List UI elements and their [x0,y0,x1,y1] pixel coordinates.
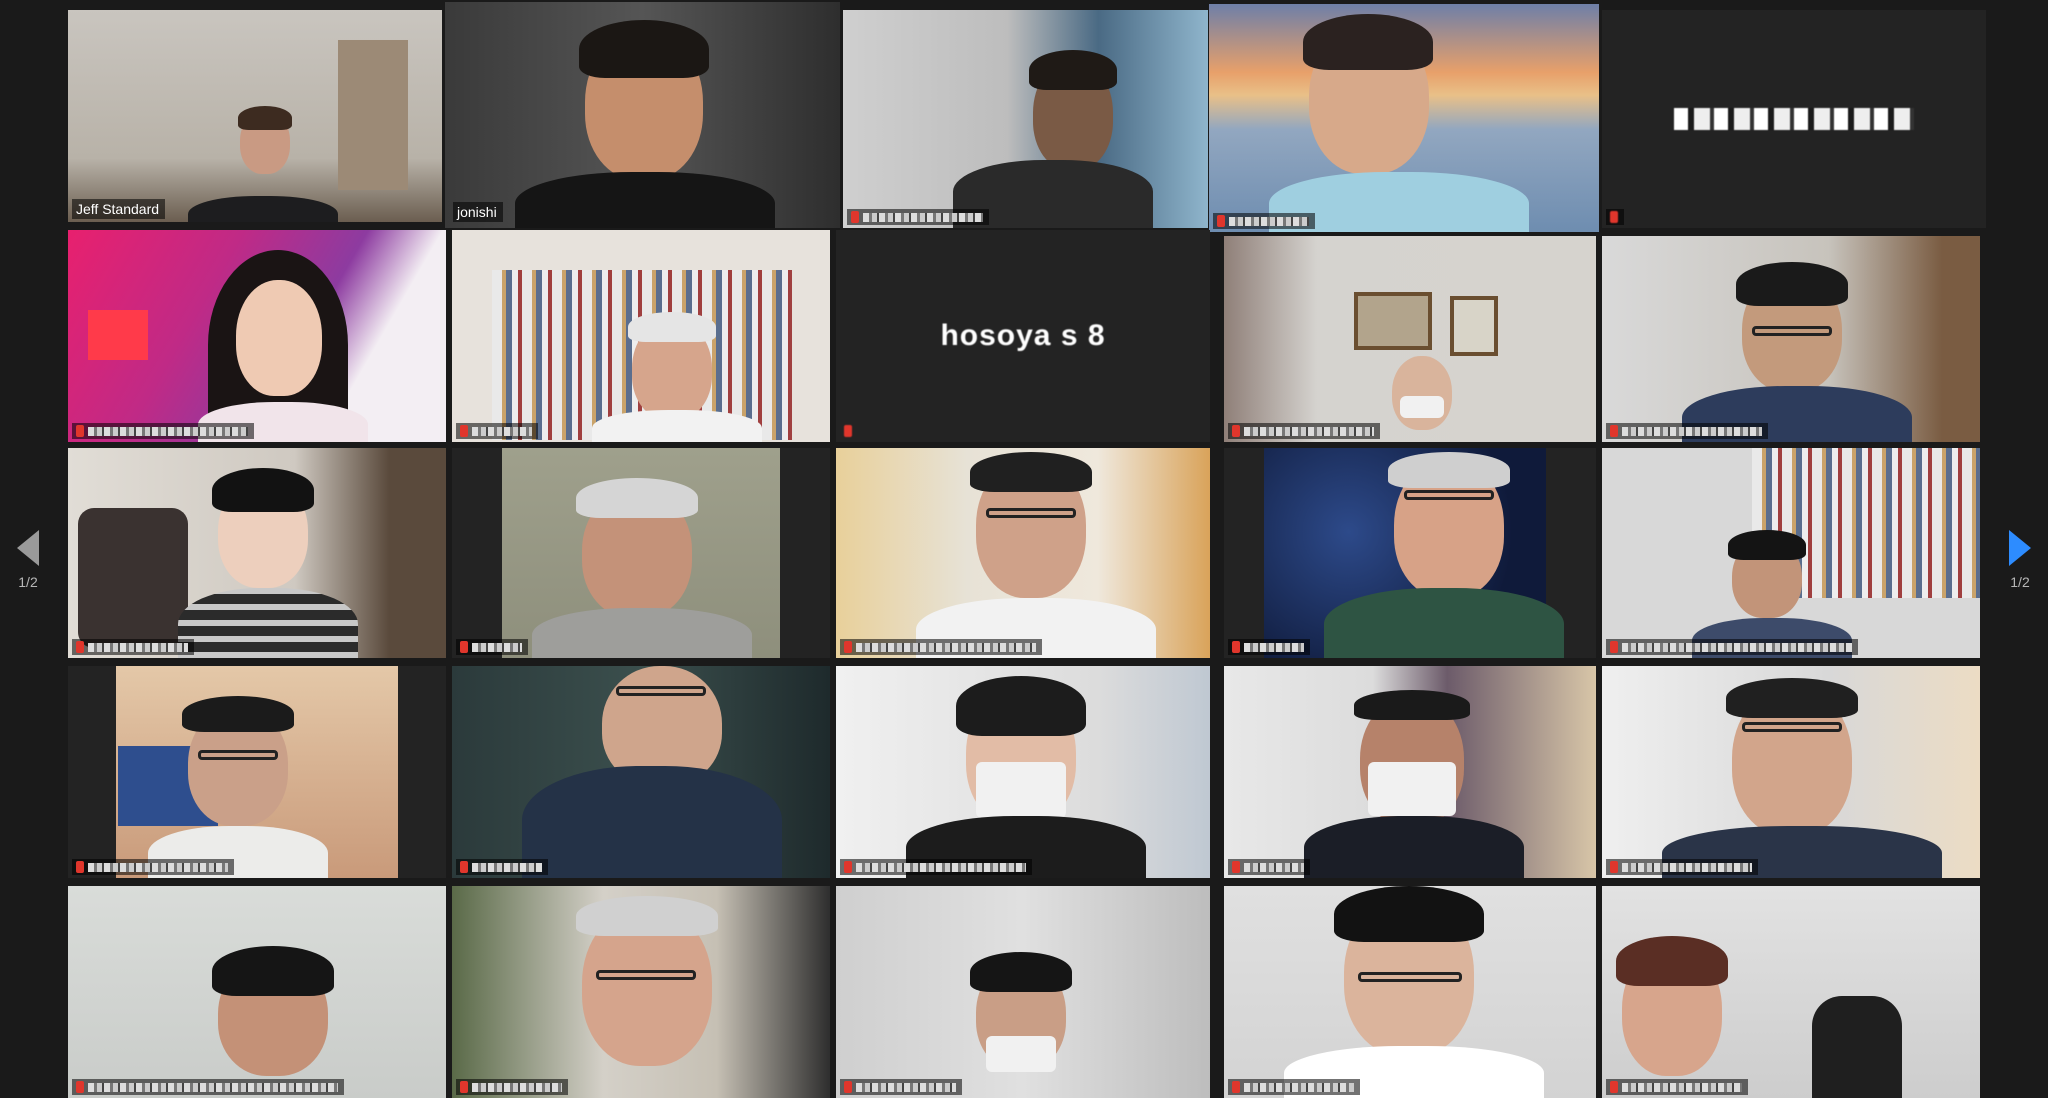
muted-mic-icon [76,641,84,653]
participant-display-name [1674,108,1914,130]
participant-tile[interactable] [452,230,830,442]
participant-name-label [1228,859,1310,875]
participant-tile[interactable] [1602,666,1980,878]
participant-name-label [847,209,989,225]
participant-name-label [1228,639,1310,655]
participant-tile[interactable] [68,666,446,878]
participant-tile[interactable] [836,448,1210,658]
participant-name-label [840,859,1032,875]
participant-tile[interactable] [1224,448,1596,658]
chevron-left-icon [17,530,39,566]
participant-name-label [1228,1079,1360,1095]
participant-name-label [840,639,1042,655]
muted-mic-icon [1610,641,1618,653]
chevron-right-icon [2009,530,2031,566]
participant-tile[interactable] [836,886,1210,1098]
participant-tile[interactable] [68,448,446,658]
muted-mic-icon [1232,1081,1240,1093]
muted-mic-icon [851,211,859,223]
participant-name-label [72,859,234,875]
participant-tile[interactable] [836,666,1210,878]
participant-display-name: hosoya s 8 [940,319,1106,352]
participant-name-label [456,423,538,439]
participant-name-label [1213,213,1315,229]
participant-name-label [72,1079,344,1095]
muted-mic-icon [1217,215,1225,227]
muted-mic-icon [844,641,852,653]
muted-mic-icon [460,641,468,653]
muted-mic-icon [1610,861,1618,873]
page-indicator-right: 1/2 [2010,574,2030,590]
muted-mic-icon [1232,425,1240,437]
muted-mic-icon [844,1081,852,1093]
participant-name-label [1606,423,1768,439]
participant-name-label [1606,859,1758,875]
participant-name-label [456,1079,568,1095]
participant-tile[interactable] [68,886,446,1098]
participant-name-label [456,859,548,875]
participant-name-label [456,639,528,655]
page-indicator-left: 1/2 [18,574,38,590]
muted-mic-icon [1232,861,1240,873]
participant-tile[interactable] [452,448,830,658]
participant-tile-camera-off[interactable] [1602,10,1986,228]
participant-name-label [72,423,254,439]
participant-name-label [1606,639,1858,655]
participant-tile[interactable] [843,10,1208,228]
participant-name-label [72,639,194,655]
door [338,40,408,190]
participant-tile[interactable] [68,230,446,442]
participant-name-label [1228,423,1380,439]
muted-mic-icon [1610,211,1618,223]
participant-tile[interactable] [1602,886,1980,1098]
previous-page-button[interactable]: 1/2 [8,530,48,610]
participant-tile[interactable]: Jeff Standard [68,10,442,222]
muted-mic-icon [76,1081,84,1093]
muted-mic-icon [844,861,852,873]
muted-mic-icon [460,1081,468,1093]
participant-name-label [1606,209,1624,225]
participant-tile[interactable] [452,886,830,1098]
muted-mic-icon [1610,1081,1618,1093]
muted-mic-icon [460,425,468,437]
participant-name-label [840,423,858,439]
participant-tile[interactable] [1602,236,1980,442]
participant-tile-spotlight[interactable] [1209,4,1599,232]
muted-mic-icon [844,425,852,437]
participant-video [1392,356,1452,430]
muted-mic-icon [1232,641,1240,653]
next-page-button[interactable]: 1/2 [2000,530,2040,610]
participant-tile-camera-off[interactable]: hosoya s 8 [836,230,1210,442]
participant-tile[interactable] [1224,666,1596,878]
muted-mic-icon [76,861,84,873]
muted-mic-icon [76,425,84,437]
participant-name-label [1606,1079,1748,1095]
participant-tile-active-speaker[interactable]: jonishi [445,2,840,228]
participant-name-label: Jeff Standard [72,199,166,219]
participant-name-label: jonishi [453,202,503,222]
participant-tile[interactable] [452,666,830,878]
participant-tile[interactable] [1602,448,1980,658]
participant-name-label [840,1079,962,1095]
participant-tile[interactable] [1224,886,1596,1098]
muted-mic-icon [1610,425,1618,437]
participant-tile[interactable] [1224,236,1596,442]
muted-mic-icon [460,861,468,873]
